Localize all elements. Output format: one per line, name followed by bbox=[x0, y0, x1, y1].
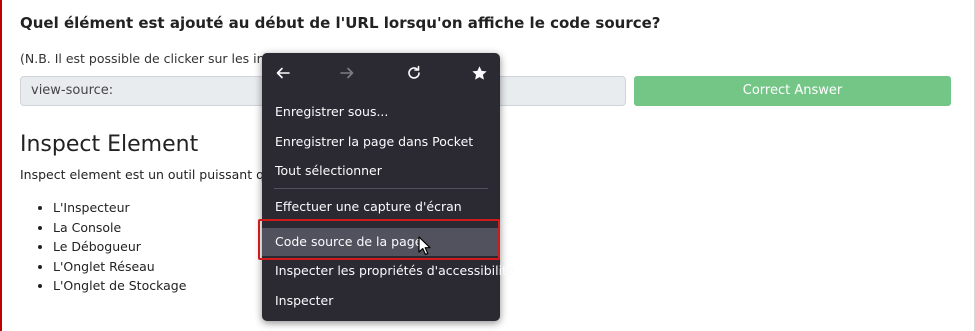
list-item: La Console bbox=[53, 219, 186, 239]
question-title: Quel élément est ajouté au début de l'UR… bbox=[20, 14, 661, 32]
tool-list: L'Inspecteur La Console Le Débogueur L'O… bbox=[39, 199, 186, 297]
menu-item-select-all[interactable]: Tout sélectionner bbox=[262, 157, 500, 185]
menu-item-inspect[interactable]: Inspecter bbox=[262, 287, 500, 315]
correct-answer-button[interactable]: Correct Answer bbox=[634, 76, 951, 106]
menu-item-save-to-pocket[interactable]: Enregistrer la page dans Pocket bbox=[262, 128, 500, 156]
menu-item-inspect-accessibility[interactable]: Inspecter les propriétés d'accessibilité bbox=[262, 257, 515, 285]
list-item: Le Débogueur bbox=[53, 238, 186, 258]
mouse-pointer-icon bbox=[418, 236, 432, 260]
browser-context-menu: Enregistrer sous... Enregistrer la page … bbox=[262, 53, 515, 321]
highlight-annotation-box bbox=[258, 219, 500, 260]
context-menu-nav-row bbox=[262, 53, 500, 93]
back-arrow-icon[interactable] bbox=[270, 61, 296, 85]
menu-item-screenshot[interactable]: Effectuer une capture d'écran bbox=[262, 193, 500, 221]
section-description: Inspect element est un outil puissant qu… bbox=[20, 167, 288, 182]
forward-arrow-icon[interactable] bbox=[334, 61, 360, 85]
list-item: L'Onglet Réseau bbox=[53, 258, 186, 278]
bookmark-star-icon[interactable] bbox=[466, 61, 492, 85]
section-heading: Inspect Element bbox=[20, 132, 199, 157]
list-item: L'Inspecteur bbox=[53, 199, 186, 219]
list-item: L'Onglet de Stockage bbox=[53, 277, 186, 297]
menu-item-save-as[interactable]: Enregistrer sous... bbox=[262, 98, 500, 126]
click-images-note: (N.B. Il est possible de clicker sur les… bbox=[20, 51, 299, 66]
left-accent-border bbox=[0, 0, 2, 331]
reload-icon[interactable] bbox=[401, 61, 427, 85]
menu-separator bbox=[274, 188, 488, 189]
